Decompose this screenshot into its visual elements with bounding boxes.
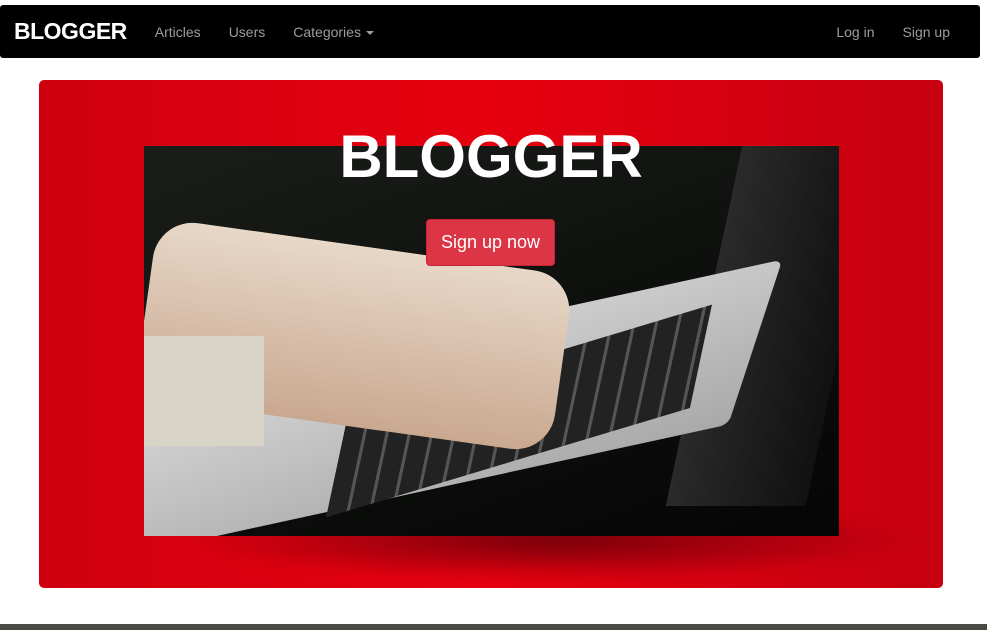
caret-down-icon <box>365 30 374 35</box>
nav-login[interactable]: Log in <box>836 24 874 40</box>
sign-up-now-button[interactable]: Sign up now <box>426 219 555 266</box>
hero-title: BLOGGER <box>339 123 643 190</box>
nav-signup[interactable]: Sign up <box>903 24 950 40</box>
nav-categories-dropdown[interactable]: Categories <box>293 24 374 40</box>
nav-right: Log in Sign up <box>808 24 950 40</box>
nav-categories-label: Categories <box>293 23 361 40</box>
brand-logo[interactable]: BLOGGER <box>14 18 127 45</box>
nav-users[interactable]: Users <box>229 24 266 40</box>
window-bottom-edge <box>0 624 987 630</box>
hero-laptop-image <box>144 146 839 536</box>
nav-articles[interactable]: Articles <box>155 24 201 40</box>
navbar: BLOGGER Articles Users Categories Log in… <box>0 5 980 58</box>
hero-jumbotron: BLOGGER Sign up now <box>39 80 943 588</box>
sleeve <box>144 336 264 446</box>
